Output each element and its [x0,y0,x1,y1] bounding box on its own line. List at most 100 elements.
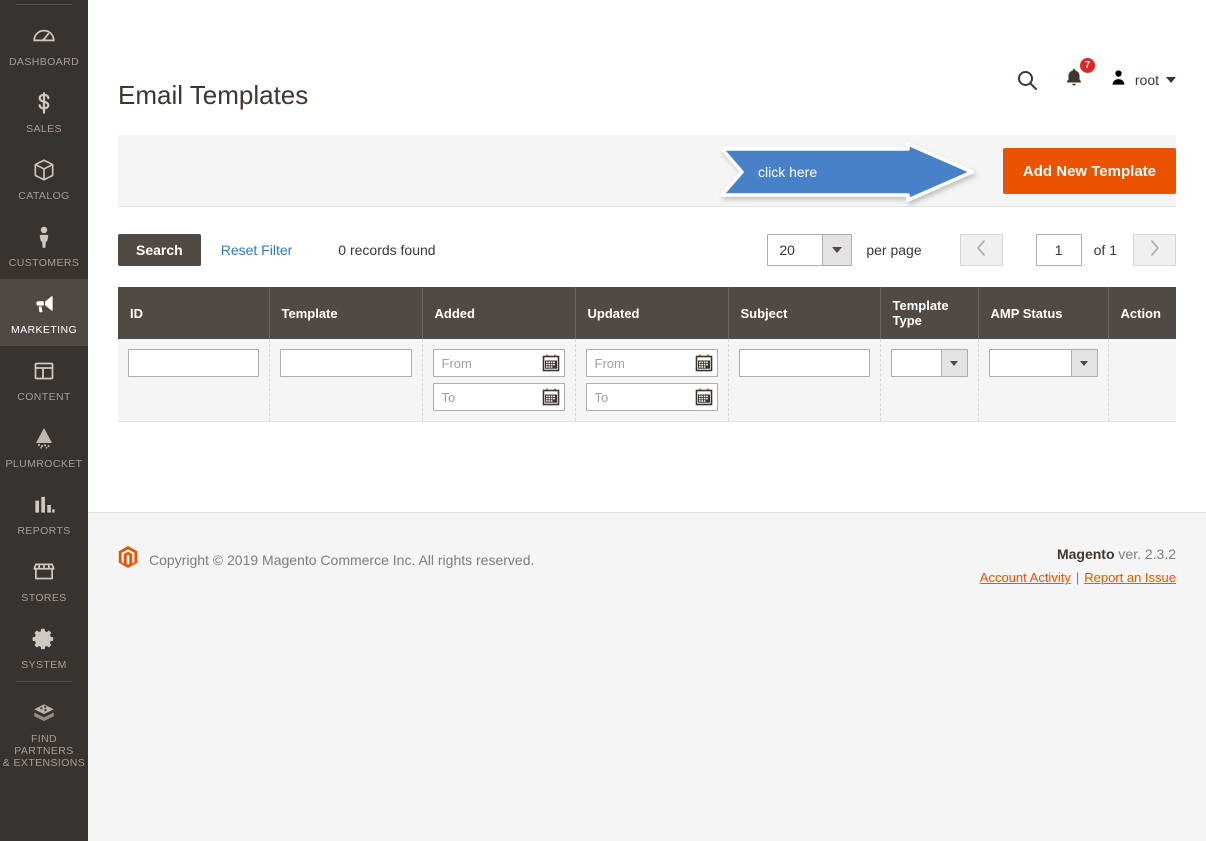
calendar-icon[interactable] [542,388,560,406]
per-page-select[interactable]: 20 [767,234,853,266]
extension-block-icon [29,698,59,728]
sidebar-item-content[interactable]: CONTENT [0,346,88,413]
sidebar-item-label: FIND PARTNERS & EXTENSIONS [2,733,86,769]
storefront-icon [29,557,59,587]
per-page-label: per page [866,242,922,258]
filter-cell-id [118,339,270,422]
copyright-block: Copyright © 2019 Magento Commerce Inc. A… [118,546,534,573]
calendar-icon[interactable] [542,354,560,372]
sidebar-item-label: DASHBOARD [8,56,80,68]
sidebar-item-dashboard[interactable]: DASHBOARD [0,11,88,78]
dashboard-gauge-icon [29,21,59,51]
user-avatar-icon [1109,68,1128,92]
header-tools: 7 root [1015,57,1176,94]
filter-amp-status-value [990,350,1071,376]
sidebar-item-catalog[interactable]: CATALOG [0,145,88,212]
page-header: Email Templates 7 root [88,0,1206,135]
copyright-text: Copyright © 2019 Magento Commerce Inc. A… [149,551,535,568]
bar-chart-icon [29,490,59,520]
click-here-label: click here [758,164,818,180]
notifications-button[interactable]: 7 [1063,57,1096,94]
version-text: ver. 2.3.2 [1114,546,1176,562]
sidebar-item-label: STORES [21,592,67,604]
column-header-amp-status[interactable]: AMP Status [978,287,1109,339]
click-here-annotation-arrow: click here [720,142,985,202]
page-title: Email Templates [118,80,309,111]
grid-toolbar: Search Reset Filter 0 records found 20 p… [118,227,1176,273]
chevron-down-icon [1166,77,1176,83]
reset-filter-link[interactable]: Reset Filter [221,242,293,258]
filter-cell-subject [728,339,881,422]
column-header-template-type[interactable]: Template Type [880,287,979,339]
per-page-value: 20 [779,242,795,258]
person-icon [29,222,59,252]
sidebar-item-label: MARKETING [10,324,78,336]
filter-cell-amp-status [978,339,1109,422]
sidebar-item-label: CONTENT [17,391,71,403]
footer-link-separator: | [1075,570,1080,585]
filter-template-type-select[interactable] [890,349,968,377]
user-menu[interactable]: root [1109,68,1176,92]
next-page-button[interactable] [1133,234,1176,266]
sidebar-item-reports[interactable]: REPORTS [0,480,88,547]
previous-page-button[interactable] [959,234,1003,266]
sidebar-item-label: PLUMROCKET [5,458,83,470]
sidebar-item-system[interactable]: SYSTEM [0,614,88,681]
brand-name: Magento [1056,546,1115,562]
pager: 20 per page of 1 [767,234,1176,266]
search-icon[interactable] [1015,68,1039,92]
calendar-icon[interactable] [695,354,713,372]
records-found-text: 0 records found [338,242,436,258]
filter-subject-input[interactable] [738,349,870,377]
sidebar-item-label-line1: FIND PARTNERS [14,733,74,757]
sidebar-item-stores[interactable]: STORES [0,547,88,614]
sidebar-item-label: SYSTEM [21,659,67,671]
filter-cell-template [269,339,423,422]
sidebar-item-sales[interactable]: SALES [0,78,88,145]
filter-updated-to [585,383,718,411]
notification-count-badge: 7 [1078,57,1096,74]
column-header-updated[interactable]: Updated [575,287,729,339]
grid-filter-row [118,339,1176,422]
sidebar-item-label: CUSTOMERS [8,257,80,269]
total-pages-label: of 1 [1093,242,1117,258]
column-header-action: Action [1108,287,1176,339]
sidebar-item-find-partners-extensions[interactable]: FIND PARTNERS & EXTENSIONS [0,688,88,779]
filter-cell-added [422,339,576,422]
filter-added-from [432,349,565,377]
search-button[interactable]: Search [118,234,201,266]
filter-cell-action [1108,339,1176,422]
grid-header-row: ID Template Added Updated Subject Templa… [118,287,1176,339]
page-actions-bar: Add New Template click here [118,135,1176,207]
filter-added-to [432,383,565,411]
sidebar-item-customers[interactable]: CUSTOMERS [0,212,88,279]
page-footer: Copyright © 2019 Magento Commerce Inc. A… [88,512,1206,841]
column-header-subject[interactable]: Subject [728,287,881,339]
add-new-template-button[interactable]: Add New Template [1002,148,1176,194]
filter-updated-from [585,349,718,377]
filter-amp-status-select[interactable] [988,349,1098,377]
page-number-input[interactable] [1035,234,1082,266]
layout-panel-icon [29,356,59,386]
calendar-icon[interactable] [695,388,713,406]
column-header-template[interactable]: Template [269,287,423,339]
account-activity-link[interactable]: Account Activity [980,570,1071,585]
report-issue-link[interactable]: Report an Issue [1084,570,1176,585]
sidebar-item-label: SALES [26,123,62,135]
filter-id-input[interactable] [128,349,259,377]
sidebar-item-marketing[interactable]: MARKETING [0,279,88,346]
chevron-down-icon [940,350,967,376]
filter-cell-updated [575,339,729,422]
version-line: Magento ver. 2.3.2 [980,546,1176,562]
sidebar-divider-top [16,4,72,5]
sidebar-item-label-line2: & EXTENSIONS [2,757,86,769]
sidebar-item-plumrocket[interactable]: PLUMROCKET [0,413,88,480]
column-header-id[interactable]: ID [118,287,270,339]
plumrocket-logo-icon [29,423,59,453]
magento-logo-icon [118,546,138,573]
megaphone-icon [29,289,59,319]
filter-cell-template-type [880,339,979,422]
column-header-added[interactable]: Added [422,287,576,339]
filter-template-input[interactable] [279,349,412,377]
sidebar-divider-bottom [16,681,72,682]
